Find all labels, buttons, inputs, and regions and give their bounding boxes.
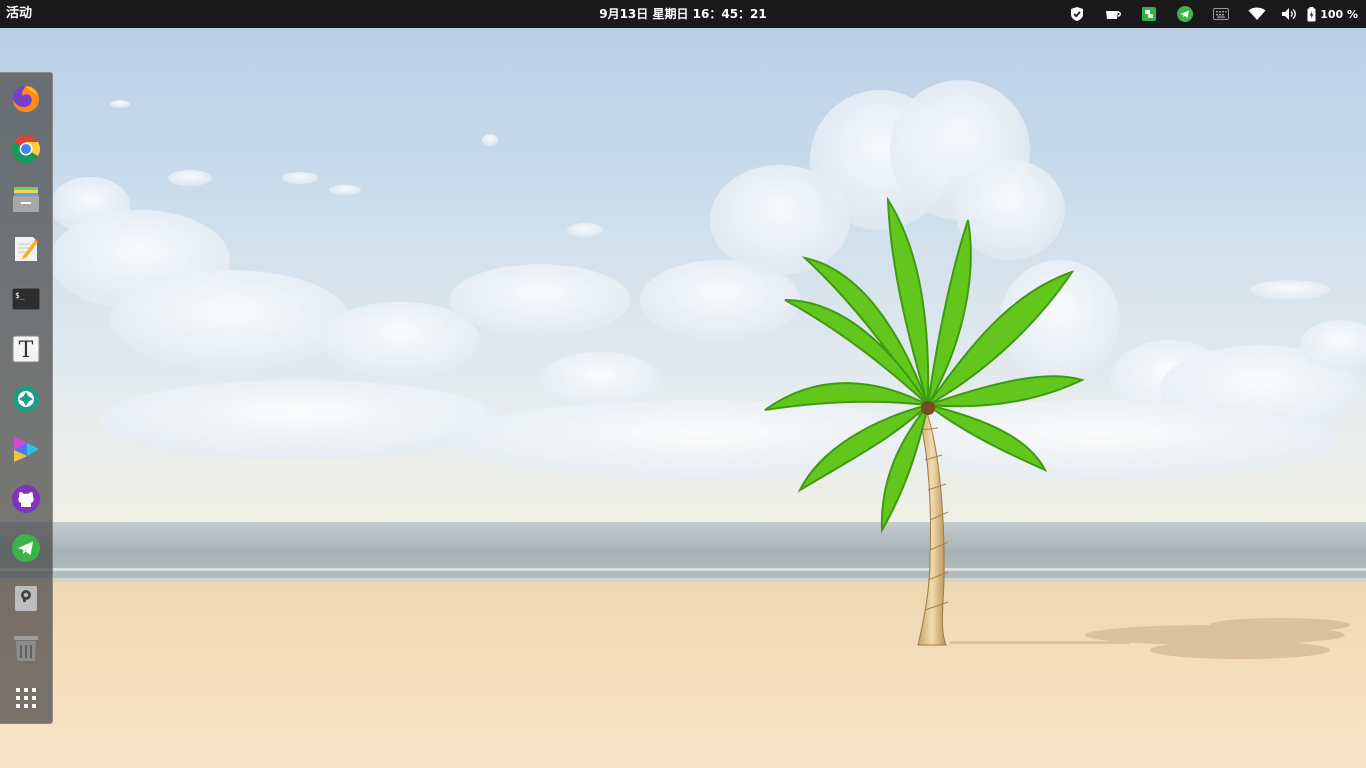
telegram-tray-icon[interactable] — [1167, 0, 1203, 28]
clock-date-time[interactable]: 9月13日 星期日 16：45：21 — [599, 7, 767, 21]
dock-app-fonts[interactable]: T — [9, 332, 43, 366]
dock-trash[interactable] — [9, 631, 43, 665]
wifi-icon[interactable] — [1239, 0, 1275, 28]
show-applications-button[interactable] — [9, 681, 43, 715]
battery-percentage: 100 % — [1320, 7, 1358, 21]
dock-app-video-player[interactable] — [9, 432, 43, 466]
github-icon — [12, 485, 40, 513]
activities-button[interactable]: 活动 — [6, 0, 32, 28]
dock-app-text-editor[interactable] — [9, 232, 43, 266]
dash-dock: $_ T — [0, 72, 53, 724]
dock-app-files[interactable] — [9, 182, 43, 216]
battery-indicator[interactable]: 100 % — [1303, 6, 1358, 22]
cup-icon[interactable] — [1095, 0, 1131, 28]
firefox-icon — [13, 86, 39, 112]
usb-drive-icon — [15, 586, 37, 611]
volume-icon[interactable] — [1275, 0, 1303, 28]
fonts-icon: T — [12, 335, 40, 363]
trash-icon — [14, 636, 38, 661]
desktop-wallpaper — [0, 0, 1366, 768]
app-grid-icon — [16, 688, 36, 708]
wechat-icon[interactable] — [1131, 0, 1167, 28]
dock-app-terminal[interactable]: $_ — [9, 282, 43, 316]
shield-icon[interactable] — [1059, 0, 1095, 28]
dock-app-screenshot[interactable] — [9, 382, 43, 416]
camera-aperture-icon — [13, 386, 39, 412]
dock-usb-drive[interactable] — [9, 581, 43, 615]
dock-app-firefox[interactable] — [9, 82, 43, 116]
dock-app-telegram[interactable] — [9, 531, 43, 565]
files-icon — [13, 187, 39, 212]
battery-icon — [1307, 6, 1316, 21]
terminal-icon: $_ — [11, 287, 41, 311]
video-player-icon — [14, 436, 39, 462]
chrome-icon — [12, 135, 40, 163]
telegram-icon — [12, 534, 40, 562]
dock-app-github-desktop[interactable] — [9, 482, 43, 516]
top-panel: 活动 9月13日 星期日 16：45：21 100 % — [0, 0, 1366, 28]
text-editor-icon — [15, 237, 39, 261]
terminal-prompt-glyph: $_ — [15, 291, 25, 300]
fonts-glyph: T — [19, 338, 34, 363]
dock-app-chrome[interactable] — [9, 132, 43, 166]
system-tray: 100 % — [1059, 0, 1358, 28]
keyboard-icon[interactable] — [1203, 0, 1239, 28]
